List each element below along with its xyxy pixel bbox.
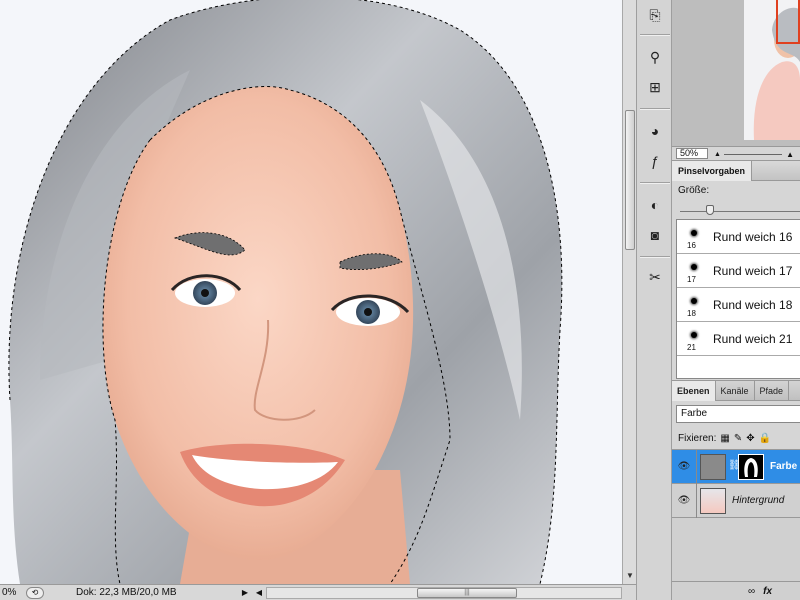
adjustment-layer-thumbnail[interactable]	[700, 454, 726, 480]
dock-divider	[640, 182, 670, 184]
brush-tip-icon	[691, 298, 697, 304]
brush-preset-size: 21	[687, 343, 696, 352]
brush-preset-row[interactable]: 18 Rund weich 18	[677, 288, 800, 322]
zoom-track	[724, 153, 782, 155]
layer-style-fx-icon[interactable]: fx	[763, 586, 772, 597]
navigator-zoom-bar: 50% ▲ ▲	[672, 146, 800, 160]
scroll-down-icon[interactable]: ▼	[624, 570, 636, 582]
layer-divider	[696, 484, 697, 518]
brush-tip-icon	[691, 264, 697, 270]
link-layers-icon[interactable]: ∞	[748, 586, 755, 597]
vertical-scroll-thumb[interactable]	[625, 110, 635, 250]
clone-source-icon[interactable]: ⊞	[643, 76, 667, 98]
zoom-in-icon[interactable]: ▲	[786, 150, 794, 159]
lock-row: Fixieren: ▦ ✎ ✥ 🔒	[678, 431, 800, 445]
lock-all-icon[interactable]: 🔒	[759, 433, 771, 444]
brush-preset-row[interactable]: 17 Rund weich 17	[677, 254, 800, 288]
lock-transparency-icon[interactable]: ▦	[720, 433, 729, 444]
tab-brush-presets[interactable]: Pinselvorgaben	[672, 161, 753, 181]
background-layer-thumbnail[interactable]	[700, 488, 726, 514]
brush-preset-name: Rund weich 16	[713, 230, 793, 244]
layers-footer: ∞ fx	[672, 581, 800, 600]
dock-divider	[640, 34, 670, 36]
visibility-eye-icon[interactable]: 👁	[674, 492, 694, 510]
photoshop-window: ▼ 0% ⟲ Dok: 22,3 MB/20,0 MB ▶ ◀ ||| ⎘ ⚲ …	[0, 0, 800, 600]
brush-tip-icon	[691, 230, 697, 236]
brush-preset-size: 16	[687, 241, 696, 250]
brush-preset-list[interactable]: 16 Rund weich 16 17 Rund weich 17 18 Run…	[676, 219, 800, 379]
layer-list: 👁 ⛓ Farbe 👁 Hintergrund	[672, 449, 800, 581]
brush-preset-name: Rund weich 17	[713, 264, 793, 278]
brush-size-track	[680, 211, 800, 212]
layer-row-hintergrund[interactable]: 👁 Hintergrund	[672, 484, 800, 518]
brush-preset-size: 17	[687, 275, 696, 284]
status-bar: 0% ⟲ Dok: 22,3 MB/20,0 MB ▶ ◀ |||	[0, 584, 636, 600]
lock-position-icon[interactable]: ✥	[746, 433, 754, 444]
status-menu-icon[interactable]: ⟲	[26, 586, 44, 599]
zoom-out-icon[interactable]: ▲	[714, 151, 721, 158]
brush-size-label: Größe:	[678, 185, 710, 196]
brush-tool-icon[interactable]: ⚲	[643, 46, 667, 68]
layer-name[interactable]: Hintergrund	[732, 495, 784, 506]
brush-size-slider[interactable]	[680, 205, 800, 217]
navigator-view-frame[interactable]	[776, 0, 800, 44]
brush-tip-icon	[691, 332, 697, 338]
brush-preset-size: 18	[687, 309, 696, 318]
lock-pixels-icon[interactable]: ✎	[734, 433, 742, 444]
horizontal-scroll-thumb[interactable]: |||	[417, 587, 517, 598]
canvas-horizontal-scrollbar[interactable]: |||	[266, 586, 622, 599]
layers-panel-tabbar: Ebenen Kanäle Pfade	[672, 381, 800, 401]
document-size-info: Dok: 22,3 MB/20,0 MB	[76, 587, 177, 598]
canvas-vertical-scrollbar[interactable]: ▼	[622, 0, 636, 584]
brush-presets-panel: Pinselvorgaben Größe: 16 Rund weich 16 1…	[672, 160, 800, 379]
adjustments-icon[interactable]: ◐	[643, 194, 667, 216]
tab-layers[interactable]: Ebenen	[672, 381, 716, 401]
layer-divider	[696, 450, 697, 484]
document-canvas[interactable]	[0, 0, 622, 584]
mask-shape-icon	[744, 458, 758, 477]
panel-icon-dock: ⎘ ⚲ ⊞ ◕ ƒ ◐ ◙ ✂	[636, 0, 672, 600]
tab-paths[interactable]: Pfade	[755, 381, 790, 401]
portrait-image	[8, 0, 563, 584]
right-panel-column: 50% ▲ ▲ Pinselvorgaben Größe: 16 Rund we…	[672, 0, 800, 600]
layer-name[interactable]: Farbe	[770, 461, 797, 472]
dock-divider	[640, 108, 670, 110]
brush-preset-name: Rund weich 18	[713, 298, 793, 312]
navigator-zoom-slider[interactable]: ▲ ▲	[714, 149, 794, 159]
status-arrow-icon[interactable]: ▶	[238, 588, 252, 597]
masks-icon[interactable]: ◙	[643, 224, 667, 246]
zoom-level[interactable]: 0%	[0, 587, 22, 598]
brush-preset-row[interactable]: 21 Rund weich 21	[677, 322, 800, 356]
tab-channels[interactable]: Kanäle	[716, 381, 755, 401]
visibility-eye-icon[interactable]: 👁	[674, 458, 694, 476]
brush-preset-name: Rund weich 21	[713, 332, 793, 346]
layers-panel: Ebenen Kanäle Pfade Farbe Fixieren: ▦ ✎ …	[672, 380, 800, 600]
fx-icon[interactable]: ƒ	[643, 150, 667, 172]
blend-mode-select[interactable]: Farbe	[676, 405, 800, 423]
history-icon[interactable]: ⎘	[643, 4, 667, 26]
styles-icon[interactable]: ◕	[643, 120, 667, 142]
layer-mask-thumbnail[interactable]	[738, 454, 764, 480]
tools-icon[interactable]: ✂	[643, 266, 667, 288]
dock-divider	[640, 256, 670, 258]
scroll-left-icon[interactable]: ◀	[252, 588, 266, 597]
brush-panel-tabbar: Pinselvorgaben	[672, 161, 800, 181]
layer-row-farbe[interactable]: 👁 ⛓ Farbe	[672, 450, 800, 484]
brush-size-knob[interactable]	[706, 205, 714, 215]
navigator-panel: 50% ▲ ▲	[672, 0, 800, 160]
brush-preset-row[interactable]: 16 Rund weich 16	[677, 220, 800, 254]
navigator-zoom-input[interactable]: 50%	[676, 148, 708, 159]
lock-label: Fixieren:	[678, 432, 717, 444]
